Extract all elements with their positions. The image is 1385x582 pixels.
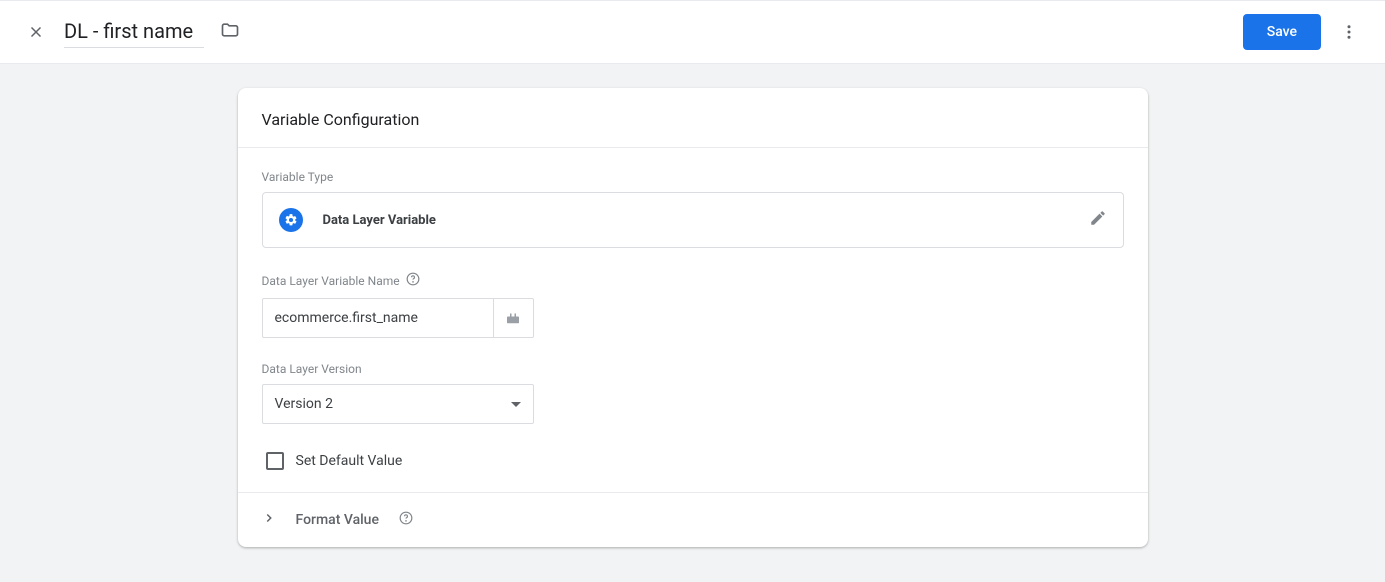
help-icon[interactable]: [406, 272, 420, 290]
version-value: Version 2: [275, 396, 333, 412]
format-value-row[interactable]: Format Value: [238, 492, 1148, 547]
edit-icon: [1089, 209, 1107, 231]
variable-title-input[interactable]: [64, 17, 204, 48]
gear-icon: [279, 208, 303, 232]
top-bar: Save: [0, 0, 1385, 64]
close-icon[interactable]: [16, 12, 56, 52]
chevron-right-icon: [262, 511, 276, 529]
version-label: Data Layer Version: [262, 362, 1124, 376]
variable-picker-button[interactable]: [494, 298, 534, 338]
more-vert-icon[interactable]: [1329, 12, 1369, 52]
variable-name-input[interactable]: [262, 298, 494, 338]
variable-type-selector[interactable]: Data Layer Variable: [262, 192, 1124, 248]
save-button[interactable]: Save: [1243, 14, 1321, 50]
chevron-down-icon: [511, 402, 521, 407]
card-title: Variable Configuration: [238, 88, 1148, 147]
format-value-label: Format Value: [296, 512, 379, 528]
variable-type-name: Data Layer Variable: [323, 213, 1089, 228]
version-select[interactable]: Version 2: [262, 384, 534, 424]
default-value-checkbox[interactable]: Set Default Value: [262, 452, 1124, 492]
default-value-label: Set Default Value: [296, 453, 403, 469]
folder-icon[interactable]: [220, 20, 240, 44]
variable-type-label: Variable Type: [262, 170, 1124, 184]
var-name-label: Data Layer Variable Name: [262, 274, 400, 288]
help-icon[interactable]: [399, 511, 413, 529]
checkbox-icon: [266, 452, 284, 470]
variable-config-card: Variable Configuration Variable Type Dat…: [238, 88, 1148, 547]
